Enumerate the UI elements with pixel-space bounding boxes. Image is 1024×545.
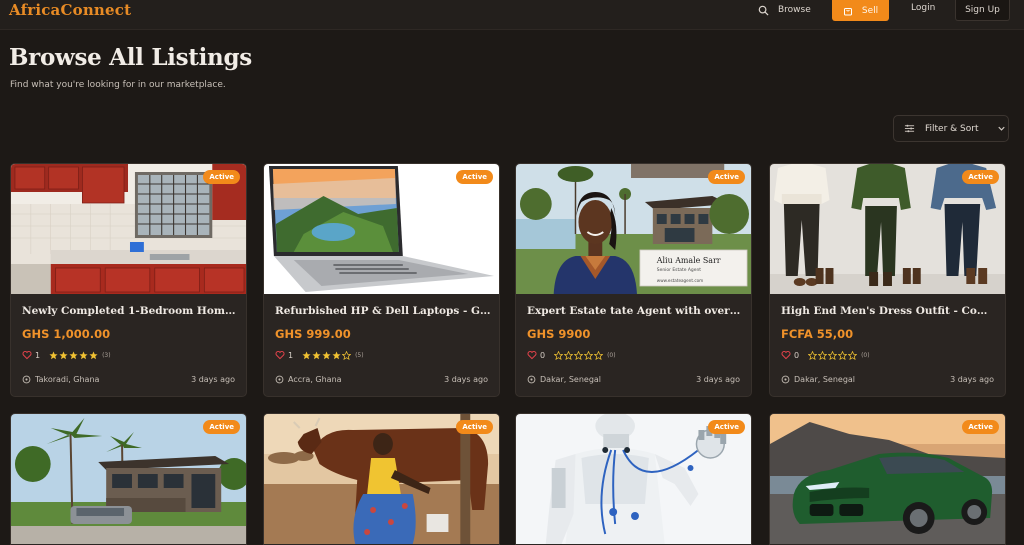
filter-sort-button[interactable]: Filter & Sort xyxy=(893,115,1009,142)
heart-icon[interactable] xyxy=(275,350,285,360)
listing-title[interactable]: Newly Completed 1-Bedroom Home - A... xyxy=(22,305,238,317)
location-text: Accra, Ghana xyxy=(288,375,342,384)
like-count: 0 xyxy=(540,350,546,360)
listing-card[interactable]: Active xyxy=(769,413,1006,545)
listing-location: Dakar, Senegal xyxy=(781,375,855,384)
listing-meta: 0 (0) xyxy=(781,349,870,361)
star-icon xyxy=(808,350,818,360)
browse-link[interactable]: Browse xyxy=(758,0,811,20)
star-icon xyxy=(838,350,848,360)
review-count: (5) xyxy=(355,351,364,359)
agent-card-subtitle: Senior Estate Agent xyxy=(657,267,702,273)
agent-card-website: www.estateagent.com xyxy=(657,278,703,283)
status-badge: Active xyxy=(708,420,745,434)
posted-time: 3 days ago xyxy=(191,375,235,384)
rating-stars xyxy=(302,350,352,360)
heart-icon[interactable] xyxy=(22,350,32,360)
listing-card[interactable]: Active Newly Completed 1-Bedroom Home - … xyxy=(10,163,247,397)
location-text: Dakar, Senegal xyxy=(794,375,856,384)
like-count: 1 xyxy=(288,350,294,360)
listing-price: FCFA 55,00 xyxy=(781,327,854,341)
star-icon xyxy=(302,351,311,359)
like-count: 1 xyxy=(35,350,41,360)
listing-meta: 1 (3) xyxy=(22,349,111,361)
listing-card[interactable]: Active xyxy=(10,413,247,545)
review-count: (0) xyxy=(607,351,616,359)
star-icon xyxy=(89,351,98,359)
review-count: (3) xyxy=(102,351,111,359)
logo[interactable]: AfricaConnect xyxy=(9,1,131,19)
chevron-down-icon xyxy=(998,126,1006,131)
location-text: Dakar, Senegal xyxy=(540,375,602,384)
status-badge: Active xyxy=(962,420,999,434)
map-pin-icon xyxy=(22,375,31,384)
star-icon xyxy=(574,350,584,360)
listing-location: Dakar, Senegal xyxy=(527,375,601,384)
listing-card[interactable]: Active Refurbished HP & Dell Laptops - G… xyxy=(263,163,500,397)
rating-stars xyxy=(49,351,98,360)
review-count: (0) xyxy=(861,351,870,359)
listing-card[interactable]: Aliu Amale Sarr Senior Estate Agent www.… xyxy=(515,163,752,397)
listing-card[interactable]: Active xyxy=(263,413,500,545)
browse-label: Browse xyxy=(778,5,811,15)
map-pin-icon xyxy=(781,375,790,384)
listing-location: Takoradi, Ghana xyxy=(22,375,99,384)
agent-card-name: Aliu Amale Sarr xyxy=(656,256,721,265)
star-icon xyxy=(59,351,68,359)
listing-card[interactable]: Active High End Men's Dress Outfit - Com… xyxy=(769,163,1006,397)
star-icon xyxy=(49,351,58,359)
rating-stars xyxy=(554,350,604,360)
star-icon xyxy=(828,350,838,360)
status-badge: Active xyxy=(456,420,493,434)
status-badge: Active xyxy=(962,170,999,184)
status-badge: Active xyxy=(203,170,240,184)
location-text: Takoradi, Ghana xyxy=(35,375,100,384)
star-icon xyxy=(554,350,564,360)
listing-meta: 1 (5) xyxy=(275,349,364,361)
map-pin-icon xyxy=(527,375,536,384)
signup-button[interactable]: Sign Up xyxy=(955,0,1010,21)
star-icon xyxy=(342,350,352,360)
page-subtitle: Find what you're looking for in our mark… xyxy=(10,80,226,90)
listing-meta: 0 (0) xyxy=(527,349,616,361)
star-icon xyxy=(818,350,828,360)
listing-card[interactable]: Active xyxy=(515,413,752,545)
posted-time: 3 days ago xyxy=(696,375,740,384)
heart-icon[interactable] xyxy=(781,350,791,360)
filter-sort-label: Filter & Sort xyxy=(925,123,979,134)
sell-label: Sell xyxy=(861,5,879,16)
top-nav: AfricaConnect Browse Sell Login Sign Up xyxy=(0,0,1024,30)
star-icon xyxy=(79,351,88,359)
star-icon xyxy=(848,350,858,360)
star-icon xyxy=(312,351,321,359)
listing-title[interactable]: Refurbished HP & Dell Laptops - Great... xyxy=(275,305,491,317)
star-icon xyxy=(594,350,604,360)
listing-price: GHS 9900 xyxy=(527,327,591,341)
posted-time: 3 days ago xyxy=(950,375,994,384)
listing-title[interactable]: High End Men's Dress Outfit - Complet... xyxy=(781,305,997,317)
like-count: 0 xyxy=(794,350,800,360)
star-icon xyxy=(332,351,341,359)
rating-stars xyxy=(808,350,858,360)
search-icon xyxy=(758,5,769,16)
listing-price: GHS 1,000.00 xyxy=(22,327,111,341)
star-icon xyxy=(69,351,78,359)
sell-button[interactable]: Sell xyxy=(832,0,889,21)
heart-icon[interactable] xyxy=(527,350,537,360)
status-badge: Active xyxy=(456,170,493,184)
listing-location: Accra, Ghana xyxy=(275,375,342,384)
map-pin-icon xyxy=(275,375,284,384)
star-icon xyxy=(322,351,331,359)
filter-lines-icon xyxy=(904,124,915,133)
page-title: Browse All Listings xyxy=(9,44,252,71)
shopping-bag-icon xyxy=(843,7,852,15)
posted-time: 3 days ago xyxy=(444,375,488,384)
login-link[interactable]: Login xyxy=(911,3,935,13)
listing-price: GHS 999.00 xyxy=(275,327,351,341)
status-badge: Active xyxy=(708,170,745,184)
star-icon xyxy=(584,350,594,360)
status-badge: Active xyxy=(203,420,240,434)
listing-title[interactable]: Expert Estate tate Agent with over 10 Ye… xyxy=(527,305,743,317)
star-icon xyxy=(564,350,574,360)
